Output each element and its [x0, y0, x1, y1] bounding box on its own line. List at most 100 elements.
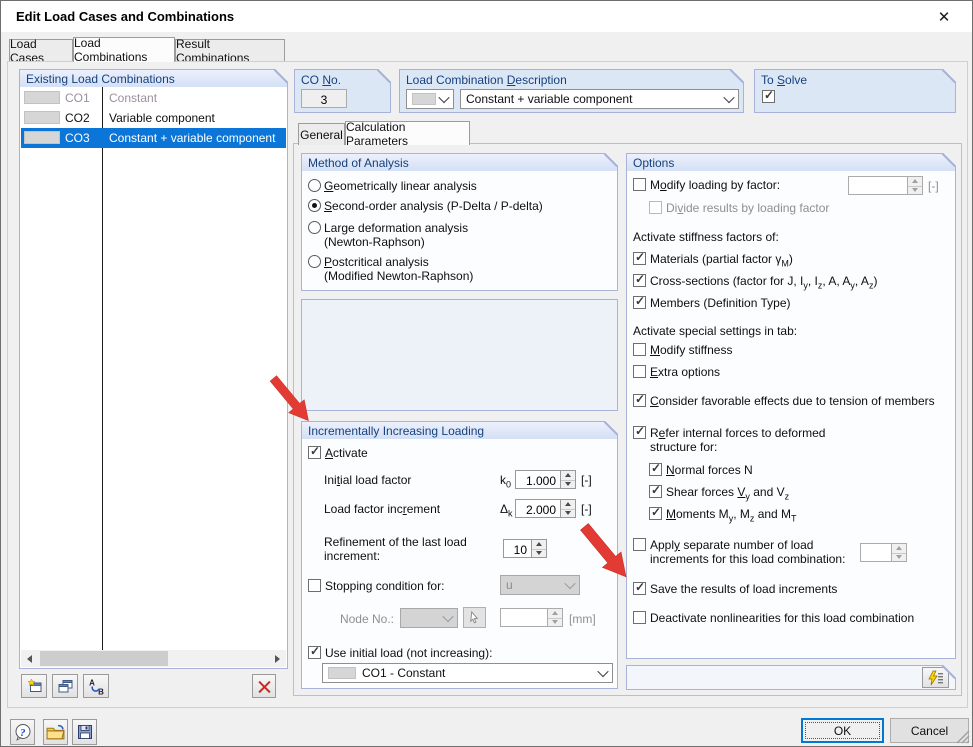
- description-panel: Load Combination Description Constant + …: [399, 69, 744, 113]
- new-load-combination-icon: [26, 678, 43, 694]
- description-color-combobox[interactable]: [406, 89, 454, 109]
- tab-calculation-parameters[interactable]: Calculation Parameters: [345, 121, 470, 145]
- group-title: Incrementally Increasing Loading: [302, 422, 617, 439]
- node-displacement-field[interactable]: [500, 608, 548, 627]
- color-swatch: [24, 131, 60, 144]
- method-of-analysis-group: Method of Analysis Geometrically linear …: [301, 153, 618, 291]
- radio-label-line2: (Modified Newton-Raphson): [324, 269, 473, 283]
- radio-postcritical[interactable]: [308, 255, 321, 268]
- svg-text:A: A: [89, 678, 95, 687]
- tab-load-cases[interactable]: Load Cases: [9, 39, 73, 62]
- divide-results-label: Divide results by loading factor: [666, 201, 829, 215]
- to-solve-checkbox[interactable]: ✓: [762, 90, 775, 103]
- activate-checkbox[interactable]: ✓: [308, 446, 321, 459]
- use-initial-load-label: Use initial load (not increasing):: [325, 646, 492, 660]
- radio-second-order[interactable]: [308, 199, 321, 212]
- extra-options-checkbox[interactable]: ✓: [633, 365, 646, 378]
- cancel-label: Cancel: [911, 724, 948, 738]
- open-button[interactable]: [43, 719, 68, 745]
- members-checkbox[interactable]: ✓: [633, 296, 646, 309]
- refinement-spinner[interactable]: [531, 539, 547, 558]
- panel-notch: [274, 69, 288, 83]
- unit-label: [-]: [928, 179, 939, 193]
- horizontal-scrollbar[interactable]: [21, 650, 286, 667]
- panel-notch: [942, 153, 956, 167]
- scroll-right-icon[interactable]: [269, 650, 286, 667]
- stopping-condition-combobox[interactable]: u: [500, 575, 580, 595]
- copy-load-combination-button[interactable]: [52, 674, 78, 698]
- dialog-title: Edit Load Cases and Combinations: [16, 9, 234, 24]
- materials-checkbox[interactable]: ✓: [633, 252, 646, 265]
- apply-separate-spinner[interactable]: [891, 543, 907, 562]
- description-combobox[interactable]: Constant + variable component: [460, 89, 739, 109]
- row-id: CO2: [65, 111, 90, 125]
- resize-grip[interactable]: [956, 730, 970, 744]
- help-button[interactable]: ?: [10, 719, 35, 745]
- pick-node-button[interactable]: [463, 607, 486, 628]
- initial-load-factor-field[interactable]: [515, 470, 561, 489]
- refinement-field[interactable]: [503, 539, 532, 558]
- radio-label: Second-order analysis (P-Delta / P-delta…: [324, 199, 543, 213]
- modify-stiffness-checkbox[interactable]: ✓: [633, 343, 646, 356]
- divide-results-checkbox[interactable]: ✓: [649, 201, 662, 214]
- use-initial-load-checkbox[interactable]: ✓: [308, 646, 321, 659]
- list-item-co3-selected[interactable]: CO3 Constant + variable component: [21, 128, 286, 148]
- scrollbar-thumb[interactable]: [40, 651, 168, 666]
- empty-parameter-box: [301, 299, 618, 411]
- load-factor-increment-field[interactable]: [515, 499, 561, 518]
- radio-label-line2: (Newton-Raphson): [324, 235, 425, 249]
- radio-large-deformation[interactable]: [308, 221, 321, 234]
- stopping-condition-value: u: [506, 578, 513, 592]
- group-title: Method of Analysis: [302, 154, 617, 171]
- title-bar: Edit Load Cases and Combinations ✕: [1, 1, 972, 32]
- edit-load-cases-dialog: Edit Load Cases and Combinations ✕ Load …: [0, 0, 973, 747]
- pick-node-icon: [468, 611, 481, 624]
- tab-load-combinations[interactable]: Load Combinations: [73, 37, 175, 62]
- copy-load-combination-icon: [57, 678, 74, 694]
- refer-internal-label: Refer internal forces to deformed struct…: [650, 426, 845, 454]
- ok-button[interactable]: OK: [801, 718, 884, 743]
- modify-loading-checkbox[interactable]: ✓: [633, 178, 646, 191]
- consider-favorable-checkbox[interactable]: ✓: [633, 394, 646, 407]
- list-item-co2[interactable]: CO2 Variable component: [21, 108, 286, 128]
- deactivate-nonlinearities-checkbox[interactable]: ✓: [633, 611, 646, 624]
- initial-load-factor-spinner[interactable]: [560, 470, 576, 489]
- list-item-co1[interactable]: CO1 Constant: [21, 88, 286, 108]
- save-results-checkbox[interactable]: ✓: [633, 582, 646, 595]
- save-button[interactable]: [72, 719, 97, 745]
- modify-loading-field[interactable]: [848, 176, 908, 195]
- close-icon[interactable]: ✕: [932, 7, 956, 27]
- color-swatch: [24, 91, 60, 104]
- apply-separate-checkbox[interactable]: ✓: [633, 538, 646, 551]
- shear-forces-checkbox[interactable]: ✓: [649, 485, 662, 498]
- options-footer-bar: [626, 665, 956, 690]
- scroll-left-icon[interactable]: [21, 650, 38, 667]
- modify-loading-spinner[interactable]: [907, 176, 923, 195]
- renumber-button[interactable]: A B: [83, 674, 109, 698]
- radio-geometrically-linear[interactable]: [308, 179, 321, 192]
- panel-notch: [942, 69, 956, 83]
- node-displacement-spinner[interactable]: [547, 608, 563, 627]
- new-load-combination-button[interactable]: [21, 674, 47, 698]
- co-no-field[interactable]: [301, 89, 347, 108]
- to-solve-label: To Solve: [761, 73, 807, 87]
- initial-load-case-combobox[interactable]: CO1 - Constant: [322, 663, 613, 683]
- normal-forces-checkbox[interactable]: ✓: [649, 463, 662, 476]
- delete-button[interactable]: [252, 674, 276, 698]
- tab-label: Calculation Parameters: [346, 120, 469, 148]
- row-id: CO3: [65, 131, 90, 145]
- node-no-combobox[interactable]: [400, 608, 458, 628]
- list-column-divider: [102, 87, 103, 650]
- tab-general[interactable]: General: [298, 123, 345, 145]
- tab-result-combinations[interactable]: Result Combinations: [175, 39, 285, 62]
- description-label: Load Combination Description: [406, 73, 567, 87]
- dropdown-chevron-icon: [442, 611, 453, 622]
- load-factor-increment-spinner[interactable]: [560, 499, 576, 518]
- stopping-condition-checkbox[interactable]: ✓: [308, 579, 321, 592]
- unit-label: [mm]: [569, 612, 596, 626]
- moments-checkbox[interactable]: ✓: [649, 507, 662, 520]
- apply-separate-field[interactable]: [860, 543, 892, 562]
- refer-internal-checkbox[interactable]: ✓: [633, 426, 646, 439]
- cross-sections-checkbox[interactable]: ✓: [633, 274, 646, 287]
- row-id: CO1: [65, 91, 90, 105]
